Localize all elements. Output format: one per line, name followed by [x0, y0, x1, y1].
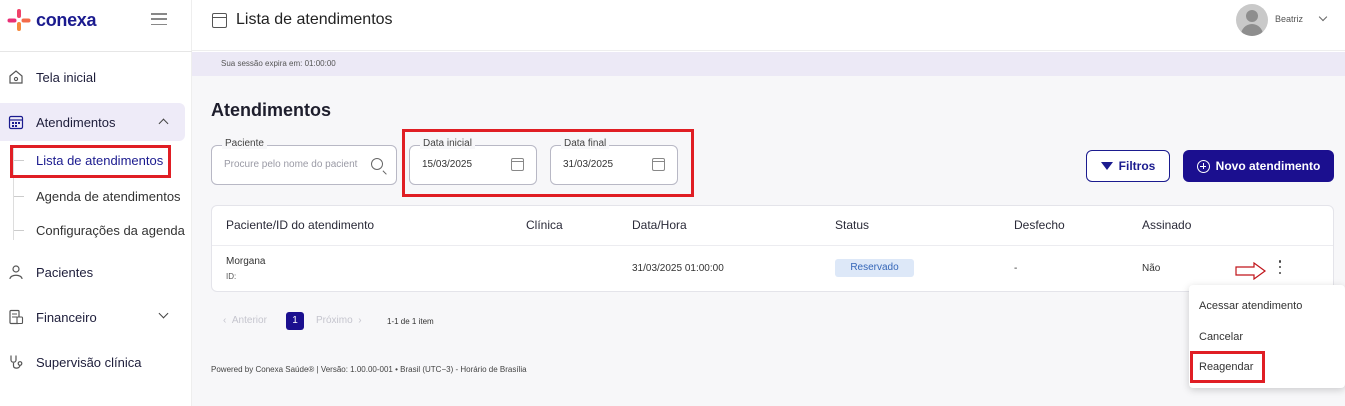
- column-header: Assinado: [1142, 218, 1192, 232]
- sidebar-divider: [0, 51, 192, 52]
- sidebar-subitem-label: Configurações da agenda: [36, 222, 185, 238]
- conexa-logo-icon: [7, 9, 31, 31]
- highlight-box-dates: [402, 129, 694, 197]
- next-page-button[interactable]: Próximo ›: [316, 315, 362, 326]
- sidebar-item-label: Financeiro: [36, 309, 97, 325]
- column-header: Status: [835, 218, 870, 232]
- calendar-icon: [212, 13, 227, 28]
- avatar[interactable]: [1236, 4, 1268, 36]
- stethoscope-icon: [8, 354, 24, 370]
- page-number[interactable]: 1: [286, 312, 304, 330]
- new-appointment-button[interactable]: Novo atendimento: [1183, 150, 1334, 182]
- row-divider: [212, 245, 1333, 246]
- previous-page-button[interactable]: ‹ Anterior: [223, 315, 267, 326]
- appointment-id: ID:: [226, 272, 237, 281]
- user-name[interactable]: Beatriz: [1275, 14, 1303, 24]
- main-content: Sua sessão expira em: 01:00:00 Atendimen…: [192, 52, 1345, 406]
- previous-label: Anterior: [231, 315, 267, 326]
- search-icon[interactable]: [371, 158, 383, 170]
- chevron-up-icon: [158, 118, 169, 129]
- user-icon: [8, 264, 24, 280]
- sidebar-item-tela-inicial[interactable]: Tela inicial: [0, 58, 185, 96]
- page-title: Lista de atendimentos: [236, 11, 393, 28]
- section-title: Atendimentos: [211, 100, 332, 120]
- patient-field-label: Paciente: [222, 138, 267, 149]
- patient-name: Morgana: [226, 256, 266, 267]
- status-badge: Reservado: [835, 259, 914, 277]
- column-header: Desfecho: [1014, 218, 1065, 232]
- sidebar-item-label: Pacientes: [36, 264, 94, 280]
- home-icon: [8, 69, 24, 85]
- highlight-box-reagendar: [1190, 351, 1265, 383]
- signed-cell: Não: [1142, 263, 1161, 274]
- filters-label: Filtros: [1118, 159, 1156, 173]
- menu-toggle-icon[interactable]: [151, 13, 167, 25]
- sidebar-subitem-agenda-de-atendimentos[interactable]: Agenda de atendimentos: [14, 185, 181, 207]
- arrow-right-icon: [1235, 262, 1267, 280]
- more-vertical-icon[interactable]: [1278, 260, 1282, 274]
- highlight-box-lista: [10, 145, 171, 178]
- sidebar-item-label: Tela inicial: [36, 69, 96, 85]
- sidebar-item-pacientes[interactable]: Pacientes: [0, 253, 185, 291]
- logo[interactable]: conexa: [7, 8, 97, 32]
- filter-icon: [1100, 162, 1113, 170]
- column-header: Data/Hora: [632, 218, 687, 232]
- patient-search-field[interactable]: Paciente Procure pelo nome do pacient: [211, 138, 397, 185]
- sidebar: conexa Tela inicial Atendimentos Lista d…: [0, 0, 192, 406]
- sidebar-item-label: Supervisão clínica: [36, 354, 142, 370]
- sidebar-item-financeiro[interactable]: Financeiro: [0, 298, 185, 336]
- next-label: Próximo: [316, 315, 353, 326]
- new-appointment-label: Novo atendimento: [1215, 159, 1321, 173]
- sidebar-subitem-configuracoes-da-agenda[interactable]: Configurações da agenda: [14, 219, 185, 241]
- datetime-cell: 31/03/2025 01:00:00: [632, 263, 724, 274]
- chevron-down-icon[interactable]: [1318, 12, 1328, 22]
- appointments-table: Paciente/ID do atendimento Clínica Data/…: [211, 205, 1334, 292]
- chevron-down-icon: [158, 308, 169, 319]
- sidebar-item-label: Atendimentos: [36, 114, 116, 130]
- column-header: Paciente/ID do atendimento: [226, 218, 375, 232]
- sidebar-subitem-label: Agenda de atendimentos: [36, 188, 181, 204]
- menu-item-acessar-atendimento[interactable]: Acessar atendimento: [1199, 300, 1302, 312]
- column-header: Clínica: [526, 218, 563, 232]
- sidebar-item-supervisao-clinica[interactable]: Supervisão clínica: [0, 343, 185, 381]
- filters-button[interactable]: Filtros: [1086, 150, 1170, 182]
- outcome-cell: -: [1014, 263, 1018, 274]
- menu-item-cancelar[interactable]: Cancelar: [1199, 331, 1243, 343]
- session-banner: Sua sessão expira em: 01:00:00: [192, 52, 1345, 76]
- sidebar-item-atendimentos[interactable]: Atendimentos: [0, 103, 185, 141]
- footer: Powered by Conexa Saúde® | Versão: 1.00.…: [211, 365, 527, 374]
- patient-search-input[interactable]: Procure pelo nome do pacient: [224, 159, 357, 170]
- logo-text: conexa: [36, 9, 97, 30]
- calendar-icon: [8, 114, 24, 130]
- page-range: 1-1 de 1 item: [387, 317, 434, 326]
- plus-circle-icon: [1196, 159, 1210, 173]
- invoice-icon: [8, 309, 24, 325]
- top-bar: Lista de atendimentos Beatriz: [192, 0, 1345, 51]
